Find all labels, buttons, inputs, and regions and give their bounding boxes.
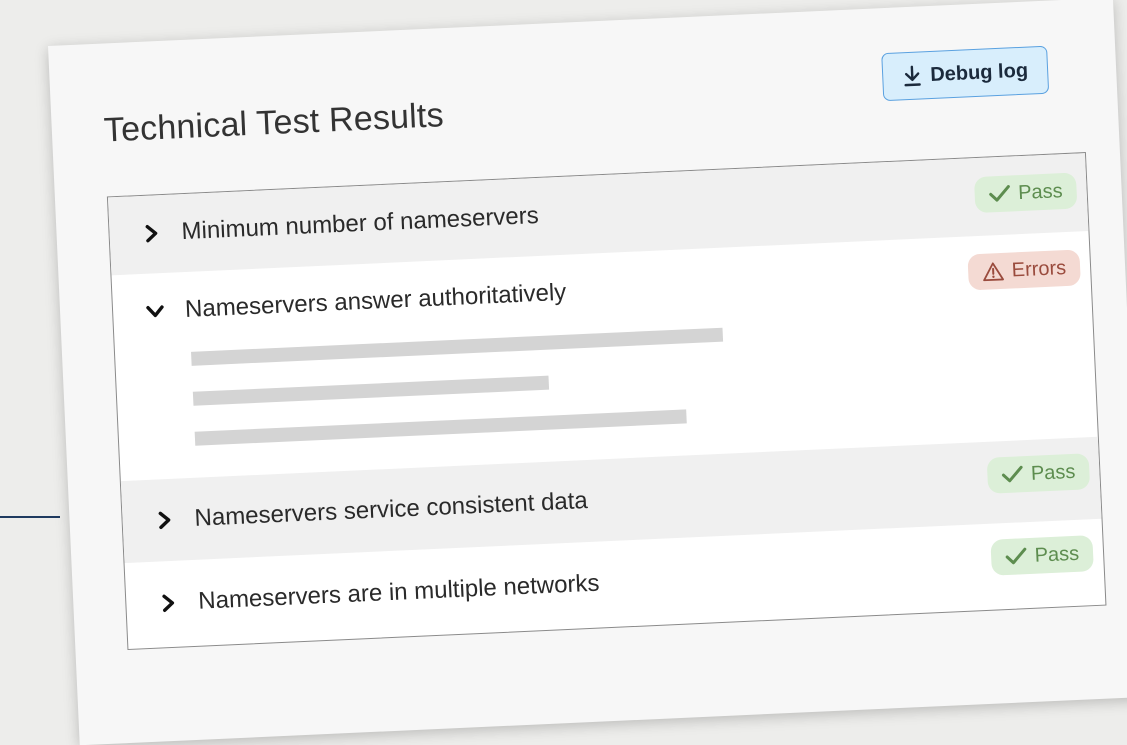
content-placeholder-line [194,409,687,446]
chevron-right-icon [145,224,158,243]
result-toggle-authoritative[interactable]: Nameservers answer authoritatively [145,279,567,326]
chevron-right-icon [162,594,175,612]
results-card: Technical Test Results Debug log Minimum… [48,0,1127,745]
download-icon [904,65,921,87]
debug-log-label: Debug log [929,59,1029,86]
content-placeholder-line [192,375,550,406]
chevron-right-icon [158,511,171,530]
status-badge-pass: Pass [973,172,1078,214]
chevron-down-icon [146,305,164,318]
status-badge-pass: Pass [989,535,1094,576]
result-toggle-consistent-data[interactable]: Nameservers service consistent data [154,487,588,535]
result-label: Nameservers are in multiple networks [197,569,601,615]
result-label: Nameservers answer authoritatively [184,278,567,324]
result-toggle-min-nameservers[interactable]: Minimum number of nameservers [141,202,539,248]
debug-log-button[interactable]: Debug log [881,45,1050,102]
status-text: Pass [1017,179,1064,204]
check-icon [988,185,1010,202]
status-badge-errors: Errors [966,249,1081,291]
result-label: Minimum number of nameservers [180,201,540,246]
content-placeholder-line [191,327,724,366]
status-badge-pass: Pass [986,453,1091,494]
results-list: Minimum number of nameservers Pass Names… [106,152,1107,651]
check-icon [1005,547,1026,565]
page-title: Technical Test Results [103,96,445,150]
result-toggle-multiple-networks[interactable]: Nameservers are in multiple networks [158,570,600,618]
background-line [0,516,60,518]
status-text: Errors [1011,256,1067,282]
result-label: Nameservers service consistent data [193,487,589,532]
status-text: Pass [1034,542,1080,567]
warning-icon [982,262,1004,282]
status-text: Pass [1030,460,1076,485]
check-icon [1001,465,1023,483]
